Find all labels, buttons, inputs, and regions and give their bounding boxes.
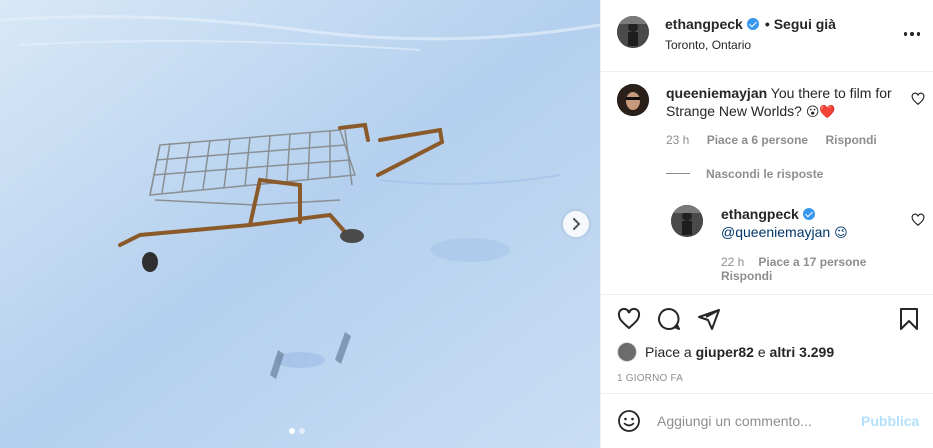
- comment-emoji: 😮❤️: [805, 105, 836, 120]
- post-header: ethangpeck • Segui già Toronto, Ontario: [601, 0, 933, 72]
- reply-author-avatar[interactable]: [671, 205, 703, 237]
- comment-time[interactable]: 23 h: [666, 133, 689, 147]
- commenter-avatar[interactable]: [617, 84, 649, 116]
- verified-badge-icon: [746, 18, 759, 30]
- reply-username[interactable]: ethangpeck: [721, 206, 799, 222]
- author-line: ethangpeck • Segui già: [665, 16, 836, 32]
- heart-icon[interactable]: [911, 92, 925, 106]
- liker-avatar[interactable]: [617, 342, 637, 362]
- likes-others-count[interactable]: altri 3.299: [770, 344, 835, 360]
- carousel-indicator: [289, 428, 305, 434]
- post-actions: Piace a giuper82 e altri 3.299 1 GIORNO …: [601, 294, 933, 394]
- separator-bullet: •: [764, 16, 770, 32]
- following-button[interactable]: Segui già: [774, 16, 836, 32]
- heart-icon[interactable]: [911, 213, 925, 227]
- reply-mention[interactable]: @queeniemayjan: [721, 224, 830, 240]
- likes-and: e: [757, 344, 766, 360]
- post-modal: ethangpeck • Segui già Toronto, Ontario …: [0, 0, 933, 448]
- reply-meta: 22 h Piace a 17 persone Rispondi: [721, 255, 891, 283]
- comments-list: queeniemayjan You there to film for Stra…: [601, 72, 933, 294]
- reply-button[interactable]: Rispondi: [721, 269, 772, 283]
- publish-button[interactable]: Pubblica: [861, 413, 919, 429]
- commenter-username[interactable]: queeniemayjan: [666, 85, 767, 101]
- post-photo: [0, 0, 600, 448]
- author-avatar[interactable]: [617, 16, 649, 48]
- divider-line: [666, 173, 690, 174]
- reply-button[interactable]: Rispondi: [825, 133, 876, 147]
- post-location[interactable]: Toronto, Ontario: [665, 38, 751, 52]
- reply-author-line: ethangpeck: [721, 206, 815, 222]
- author-username[interactable]: ethangpeck: [665, 16, 743, 32]
- likes-prefix: Piace a: [645, 344, 692, 360]
- comment-body: queeniemayjan You there to film for Stra…: [666, 84, 906, 122]
- bookmark-icon[interactable]: [897, 307, 921, 331]
- post-side-panel: ethangpeck • Segui già Toronto, Ontario …: [600, 0, 933, 448]
- reply-emoji: 😉: [834, 226, 848, 241]
- heart-icon[interactable]: [617, 307, 641, 331]
- share-icon[interactable]: [697, 307, 721, 331]
- add-comment-bar: Pubblica: [601, 394, 933, 448]
- liker-username[interactable]: giuper82: [696, 344, 754, 360]
- carousel-dot: [299, 428, 305, 434]
- likes-summary: Piace a giuper82 e altri 3.299: [617, 342, 834, 362]
- carousel-next-button[interactable]: [563, 211, 589, 237]
- hide-replies-button[interactable]: Nascondi le risposte: [706, 167, 823, 181]
- reply-body: @queeniemayjan 😉: [721, 224, 848, 241]
- shopping-cart-in-snow-image: [0, 0, 600, 448]
- emoji-icon[interactable]: [617, 409, 641, 433]
- post-date[interactable]: 1 GIORNO FA: [617, 373, 683, 384]
- reply-time[interactable]: 22 h: [721, 255, 744, 269]
- reply-likes[interactable]: Piace a 17 persone: [758, 255, 866, 269]
- comment-likes[interactable]: Piace a 6 persone: [707, 133, 808, 147]
- more-options-icon[interactable]: [901, 24, 923, 44]
- carousel-dot: [289, 428, 295, 434]
- next-arrow-icon: [573, 218, 581, 230]
- comment-icon[interactable]: [657, 307, 681, 331]
- comment-input[interactable]: [657, 410, 857, 432]
- verified-badge-icon: [802, 208, 815, 220]
- comment-meta: 23 h Piace a 6 persone Rispondi: [666, 133, 891, 147]
